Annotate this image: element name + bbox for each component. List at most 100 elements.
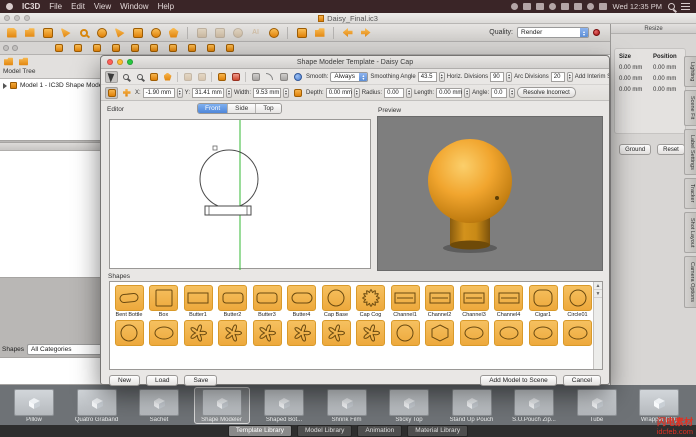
pan-hand-icon[interactable] (266, 26, 281, 40)
select-tool-icon[interactable] (105, 71, 118, 83)
bluetooth-icon[interactable] (561, 3, 569, 10)
shape-item-channel1[interactable]: Channel1 (388, 285, 422, 318)
new-button[interactable]: New (109, 375, 140, 386)
shape-item-butter4[interactable]: Butter4 (285, 285, 319, 318)
record-icon[interactable] (593, 29, 600, 36)
shape-item-row2-8[interactable] (388, 320, 422, 346)
ungroup-icon[interactable] (212, 26, 227, 40)
polygon-tool-icon[interactable] (166, 26, 181, 40)
menu-help[interactable]: Help (158, 2, 174, 11)
shape-item-row2-1[interactable] (147, 320, 181, 346)
menu-view[interactable]: View (94, 2, 111, 11)
stepper-icon[interactable]: ▲▼ (177, 88, 183, 98)
stepper-icon[interactable]: ▲▼ (506, 72, 512, 82)
side-tab-tracker[interactable]: Tracker (684, 178, 696, 208)
shape-item-row2-3[interactable] (216, 320, 250, 346)
tool-1-icon[interactable] (55, 44, 63, 52)
pencil-icon[interactable] (249, 71, 262, 83)
length-field[interactable]: 0.00 mm (436, 88, 462, 98)
shape-item-cigar1[interactable]: Cigar1 (526, 285, 560, 318)
scroll-down-icon[interactable]: ▼ (594, 290, 602, 298)
template-shaped-bot[interactable]: Shaped Bot... (256, 387, 312, 424)
undo-icon[interactable] (340, 26, 355, 40)
open-folder-icon[interactable] (22, 26, 37, 40)
apple-menu-icon[interactable] (6, 3, 13, 10)
shape-item-bent-bottle[interactable]: Bent Bottle (112, 285, 146, 318)
tool-8-icon[interactable] (188, 44, 196, 52)
radius-field[interactable]: 0.00 (384, 88, 404, 98)
shape-item-channel3[interactable]: Channel3 (457, 285, 491, 318)
menu-window[interactable]: Window (120, 2, 148, 11)
x-field[interactable]: -1.90 mm (143, 88, 175, 98)
tool-2-icon[interactable] (74, 44, 82, 52)
cancel-button[interactable]: Cancel (563, 375, 601, 386)
color-icon[interactable] (523, 3, 531, 10)
load-button[interactable]: Load (146, 375, 178, 386)
camera-icon[interactable] (312, 26, 327, 40)
stepper-icon[interactable]: ▲▼ (509, 88, 515, 98)
smooth-point-icon[interactable] (291, 71, 304, 83)
notification-center-icon[interactable] (681, 3, 690, 10)
shape-item-cap-base[interactable]: Cap Base (319, 285, 353, 318)
shape-item-row2-5[interactable] (285, 320, 319, 346)
shape-item-row2-2[interactable] (181, 320, 215, 346)
ground-button[interactable]: Ground (619, 144, 651, 155)
angle-field[interactable]: 0.0 (491, 88, 507, 98)
horiz-divisions-field[interactable]: 90 (490, 72, 504, 82)
shape-item-row2-10[interactable] (457, 320, 491, 346)
template-sachet[interactable]: Sachet (131, 387, 187, 424)
add-model-to-scene-button[interactable]: Add Model to Scene (480, 375, 557, 386)
tab-front[interactable]: Front (198, 104, 228, 113)
shape-item-circle01[interactable]: Circle01 (561, 285, 595, 318)
paint-tool-icon[interactable] (94, 26, 109, 40)
shape-item-row2-11[interactable] (492, 320, 526, 346)
template-sticky-top[interactable]: Sticky Top (381, 387, 437, 424)
tool-9-icon[interactable] (207, 44, 215, 52)
edit-tool-icon[interactable] (130, 26, 145, 40)
save-button[interactable]: Save (184, 375, 217, 386)
tab-material-library[interactable]: Material Library (407, 425, 468, 437)
clock-icon[interactable] (549, 3, 556, 10)
delete-icon[interactable] (229, 71, 242, 83)
profile-editor-canvas[interactable] (109, 119, 371, 269)
battery-icon[interactable] (599, 3, 607, 10)
rectangle-icon[interactable] (215, 71, 228, 83)
swatch-icon[interactable] (536, 3, 544, 10)
menu-clock[interactable]: Wed 12:35 PM (613, 2, 662, 11)
side-tab-camera-options[interactable]: Camera Options (684, 256, 696, 308)
menu-file[interactable]: File (49, 2, 62, 11)
stepper-icon[interactable]: ▲▼ (406, 88, 412, 98)
quality-select[interactable]: Render▴▾ (517, 27, 589, 38)
tool-4-icon[interactable] (112, 44, 120, 52)
smoothing-angle-field[interactable]: 43.5 (418, 72, 437, 82)
shape-item-butter2[interactable]: Butter2 (216, 285, 250, 318)
scroll-up-icon[interactable]: ▲ (594, 282, 602, 290)
template-shrink-film[interactable]: Shrink Film (319, 387, 375, 424)
dialog-close-button[interactable] (107, 59, 113, 65)
tab-template-library[interactable]: Template Library (228, 425, 292, 437)
shape-item-cap-cog[interactable]: Cap Cog (354, 285, 388, 318)
shape-item-row2-4[interactable] (250, 320, 284, 346)
shape-fill-icon[interactable] (147, 71, 160, 83)
tab-top[interactable]: Top (256, 104, 280, 113)
tool-10-icon[interactable] (226, 44, 234, 52)
stepper-icon[interactable]: ▲▼ (439, 72, 445, 82)
side-tab-shot-layout[interactable]: Shot Layout (684, 212, 696, 253)
shapes-scrollbar[interactable]: ▲ ▼ (593, 282, 602, 369)
zoom-tool-icon[interactable] (119, 71, 132, 83)
shape-edit-icon[interactable] (105, 87, 118, 99)
template-pillow[interactable]: Pillow (6, 387, 62, 424)
shape-item-row2-9[interactable] (423, 320, 457, 346)
add-point-icon[interactable] (120, 87, 133, 99)
menu-ic3d[interactable]: IC3D (22, 2, 40, 11)
y-field[interactable]: 31.41 mm (192, 88, 224, 98)
shape-item-butter1[interactable]: Butter1 (181, 285, 215, 318)
preview-viewport[interactable] (377, 116, 603, 271)
menu-edit[interactable]: Edit (71, 2, 85, 11)
shape-item-channel2[interactable]: Channel2 (423, 285, 457, 318)
shape-item-row2-6[interactable] (319, 320, 353, 346)
stepper-icon[interactable]: ▲▼ (567, 72, 573, 82)
wifi-icon[interactable] (574, 3, 582, 10)
paint-icon[interactable] (291, 87, 304, 99)
smooth-select[interactable]: Always▴▾ (330, 72, 368, 82)
